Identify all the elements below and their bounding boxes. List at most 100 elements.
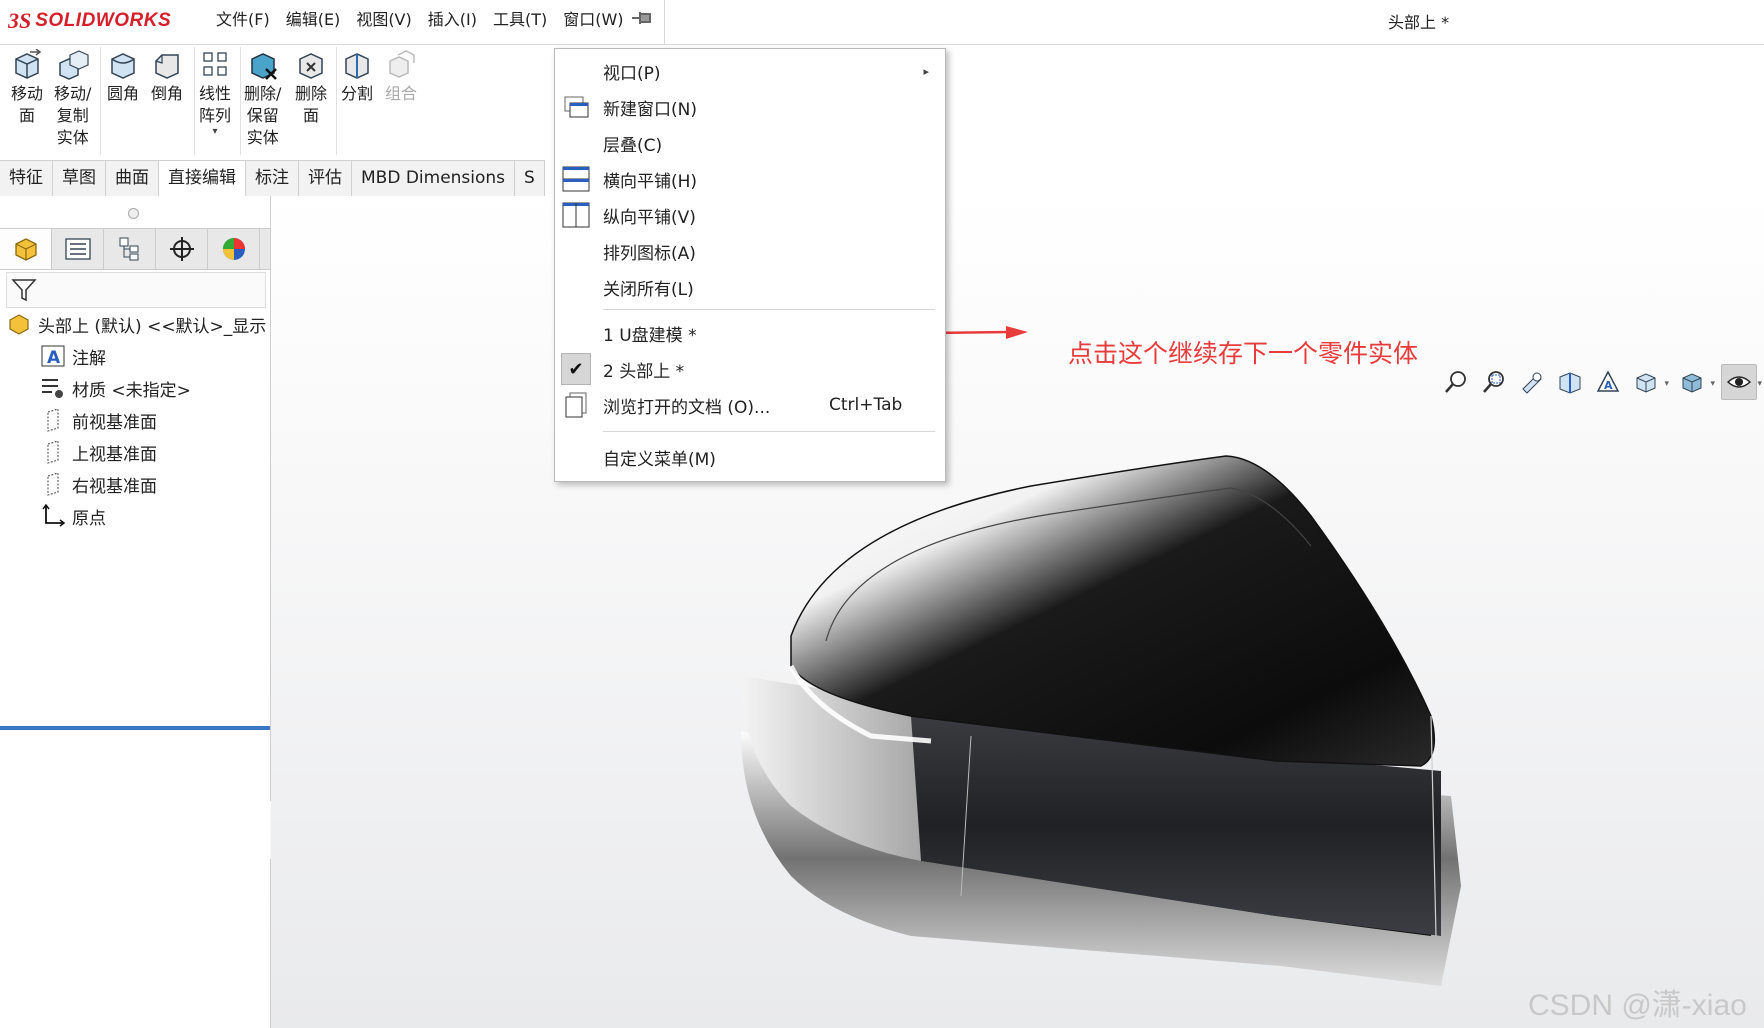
menu-item-document-1[interactable]: 1 U盘建模 * [555,315,945,351]
tree-item-label: 前视基准面 [72,412,157,433]
tree-item-label: 材质 <未指定> [72,380,191,401]
feature-manager-tab[interactable] [0,229,52,269]
ribbon-label: 倒角 [150,84,183,103]
menu-item-label: 横向平铺(H) [603,171,698,192]
new-window-icon [561,92,591,122]
configuration-manager-tab[interactable] [104,229,156,269]
split-button[interactable]: 分割 [340,49,374,105]
dimxpert-tab[interactable] [156,229,208,269]
dynamic-annotation-view-icon[interactable]: A [1591,365,1625,399]
menu-view[interactable]: 视图(V) [348,9,419,31]
ribbon-separator [194,47,195,155]
tab-markup[interactable]: 标注 [246,161,299,196]
previous-view-icon[interactable] [1515,365,1549,399]
zoom-to-fit-icon[interactable] [1439,365,1473,399]
feature-manager-panel: 头部上 (默认) <<默认>_显示 A 注解 材质 <未指定> 前视基准面 上视… [0,196,271,1028]
tile-vertical-icon [561,200,591,230]
tab-sketch[interactable]: 草图 [53,161,106,196]
menu-item-label: 自定义菜单(M) [603,449,716,470]
menu-file[interactable]: 文件(F) [208,9,278,31]
property-manager-tab[interactable] [52,229,104,269]
menu-item-label: 排列图标(A) [603,243,696,264]
tree-item-label: 注解 [72,348,106,369]
display-manager-tab[interactable] [208,229,260,269]
menu-item-label: 2 头部上 * [603,361,685,382]
menu-separator [603,431,935,432]
menu-edit[interactable]: 编辑(E) [278,9,349,31]
delete-keep-body-button[interactable]: 删除/ 保留 实体 [244,49,281,149]
delete-face-button[interactable]: 删除 面 [294,49,328,127]
delete-keep-body-icon [250,53,277,80]
menu-window[interactable]: 窗口(W) [555,9,631,31]
section-view-icon[interactable] [1553,365,1587,399]
hide-show-items-icon[interactable]: ▾ [1721,364,1762,400]
tree-item-label: 上视基准面 [72,444,157,465]
menu-item-label: 浏览打开的文档 (O)... [603,397,771,418]
menu-item-close-all[interactable]: 关闭所有(L) [555,269,945,305]
menu-item-tile-horizontal[interactable]: 横向平铺(H) [555,161,945,197]
chevron-down-icon[interactable]: ▾ [212,127,217,137]
menu-item-label: 层叠(C) [603,135,663,156]
solidworks-logo[interactable]: 3S SOLIDWORKS [8,6,171,36]
move-face-button[interactable]: 移动 面 [10,49,44,127]
tree-item-origin[interactable]: 原点 [0,500,270,532]
linear-pattern-button[interactable]: 线性 阵列 ▾ [198,49,232,137]
svg-text:A: A [47,348,61,368]
zoom-to-area-icon[interactable] [1477,365,1511,399]
rollback-bar[interactable] [0,726,270,730]
menu-item-browse-documents[interactable]: 浏览打开的文档 (O)... Ctrl+Tab [555,387,945,423]
split-icon [345,53,369,79]
tree-item-top-plane[interactable]: 上视基准面 [0,436,270,468]
tab-features[interactable]: 特征 [0,161,53,196]
tree-filter[interactable] [6,272,266,308]
view-orientation-icon[interactable]: ▾ [1629,365,1669,399]
menu-item-cascade[interactable]: 层叠(C) [555,125,945,161]
menu-separator [603,309,935,310]
tab-evaluate[interactable]: 评估 [299,161,352,196]
plane-icon [40,407,66,433]
browse-documents-icon [561,390,591,420]
annotation-icon: A [40,343,66,369]
panel-tabs [0,228,270,270]
menu-item-viewport[interactable]: 视口(P) ▸ [555,53,945,89]
annotation-text: 点击这个继续存下一个零件实体 [1068,339,1419,368]
origin-icon [40,503,66,529]
tree-item-front-plane[interactable]: 前视基准面 [0,404,270,436]
tree-item-label: 原点 [72,508,106,529]
move-copy-body-button[interactable]: 移动/ 复制 实体 [54,49,91,149]
menu-item-document-2[interactable]: ✔ 2 头部上 * [555,351,945,387]
tree-item-material[interactable]: 材质 <未指定> [0,372,270,404]
window-menu-dropdown: 视口(P) ▸ 新建窗口(N) 层叠(C) 横向平铺(H) 纵向平铺(V) 排列… [554,48,946,482]
check-icon: ✔ [561,353,591,385]
watermark: CSDN @潇-xiao [1528,989,1747,1022]
logo-name: SOLIDWORKS [35,10,172,31]
menu-item-label: 新建窗口(N) [603,99,697,120]
menu-insert[interactable]: 插入(I) [420,9,485,31]
menu-item-tile-vertical[interactable]: 纵向平铺(V) [555,197,945,233]
menu-item-label: 视口(P) [603,63,661,84]
ribbon-separator [100,47,101,155]
pin-icon[interactable] [630,8,654,33]
menu-item-customize-menu[interactable]: 自定义菜单(M) [555,439,945,475]
combine-button[interactable]: 组合 [384,49,418,105]
panel-grip[interactable] [128,208,139,219]
tab-direct-editing[interactable]: 直接编辑 [159,161,246,196]
tab-s[interactable]: S [515,161,545,196]
menu-tools[interactable]: 工具(T) [485,9,555,31]
graphics-area[interactable]: A ▾ ▾ ▾ ▾ ▾ CSDN @潇-xiao [271,196,1764,1028]
chamfer-button[interactable]: 倒角 [150,49,184,105]
combine-icon [389,50,415,78]
3d-part-model[interactable] [271,196,1764,1028]
tab-surfaces[interactable]: 曲面 [106,161,159,196]
tree-item-right-plane[interactable]: 右视基准面 [0,468,270,500]
display-style-icon[interactable]: ▾ [1675,365,1715,399]
fillet-button[interactable]: 圆角 [106,49,140,105]
menu-item-new-window[interactable]: 新建窗口(N) [555,89,945,125]
tree-item-annotations[interactable]: A 注解 [0,340,270,372]
menu-item-label: 关闭所有(L) [603,279,694,300]
filter-icon [11,279,37,302]
tree-root[interactable]: 头部上 (默认) <<默认>_显示 [0,308,270,340]
ribbon-label: 删除 面 [294,84,327,125]
tab-mbd-dimensions[interactable]: MBD Dimensions [352,161,516,196]
menu-item-arrange-icons[interactable]: 排列图标(A) [555,233,945,269]
